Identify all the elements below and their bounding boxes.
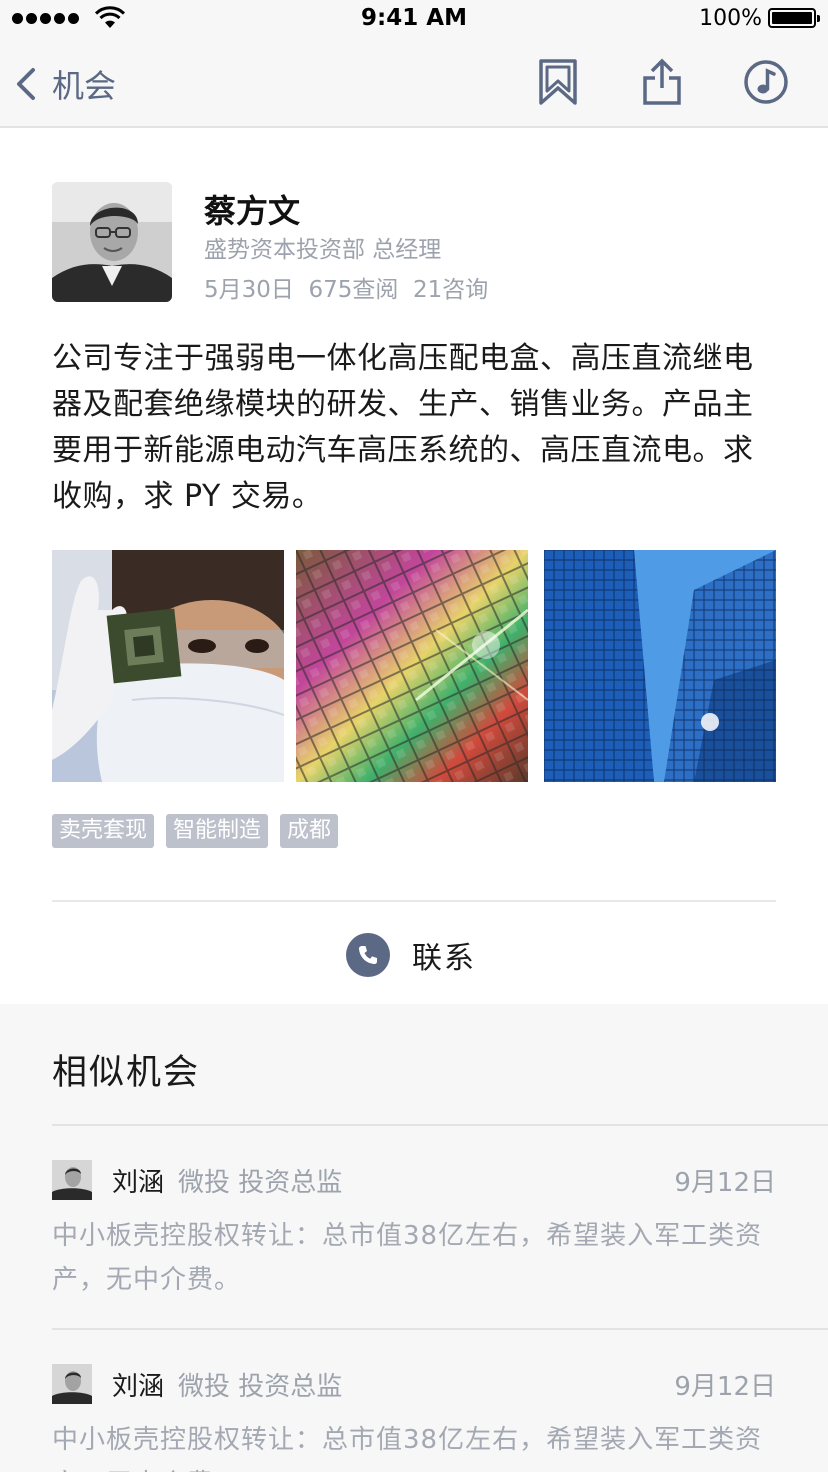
tag-list: 卖壳套现 智能制造 成都 xyxy=(52,814,339,848)
author-avatar[interactable] xyxy=(52,182,172,302)
post-description: 公司专注于强弱电一体化高压配电盒、高压直流继电器及配套绝缘模块的研发、生产、销售… xyxy=(52,341,754,514)
back-label: 机会 xyxy=(52,67,117,105)
share-button[interactable] xyxy=(638,58,686,106)
status-bar: 9:41 AM 100% xyxy=(0,0,828,40)
similar-text: 中小板壳控股权转让：总市值38亿左右，希望装入军工类资产，无中介费。 xyxy=(52,1221,763,1295)
photo-gallery xyxy=(52,550,776,782)
battery-percent: 100% xyxy=(699,6,762,31)
avatar xyxy=(52,1364,92,1404)
avatar xyxy=(52,1160,92,1200)
similar-title: 相似机会 xyxy=(52,1053,201,1093)
similar-author-role: 微投 投资总监 xyxy=(178,1372,343,1402)
tag-item[interactable]: 成都 xyxy=(280,814,339,848)
similar-author-role: 微投 投资总监 xyxy=(178,1168,343,1198)
phone-icon xyxy=(346,933,390,977)
photo-chip-scientist[interactable] xyxy=(52,550,284,782)
battery-icon xyxy=(768,8,820,28)
bookmark-button[interactable] xyxy=(534,58,582,106)
similar-author-name: 刘涵 xyxy=(112,1372,165,1402)
share-icon xyxy=(643,58,681,105)
navigation-bar: 机会 xyxy=(0,40,828,128)
divider xyxy=(52,1328,828,1330)
similar-date: 9月12日 xyxy=(674,1168,776,1198)
similar-text: 中小板壳控股权转让：总市值38亿左右，希望装入军工类资产，无中介费。 xyxy=(52,1425,763,1472)
photo-silicon-wafer[interactable] xyxy=(296,550,528,782)
similar-date: 9月12日 xyxy=(674,1372,776,1402)
bookmark-icon xyxy=(539,59,577,105)
post-meta: 5月30日 675查阅 21咨询 xyxy=(204,277,489,303)
divider xyxy=(52,1124,828,1126)
photo-skyscrapers[interactable] xyxy=(544,550,776,782)
author-name: 蔡方文 xyxy=(204,192,301,230)
similar-section: 相似机会 刘涵 微投 投资总监 9月12日 中小板壳控股权转让：总市值38亿左右… xyxy=(0,1004,828,1472)
music-note-icon xyxy=(744,60,788,104)
back-button[interactable]: 机会 xyxy=(14,62,116,106)
similar-item[interactable]: 刘涵 微投 投资总监 9月12日 中小板壳控股权转让：总市值38亿左右，希望装入… xyxy=(52,1364,776,1472)
author-company-title: 盛势资本投资部 总经理 xyxy=(204,237,442,263)
tag-item[interactable]: 卖壳套现 xyxy=(52,814,155,848)
audio-button[interactable] xyxy=(742,58,790,106)
similar-item[interactable]: 刘涵 微投 投资总监 9月12日 中小板壳控股权转让：总市值38亿左右，希望装入… xyxy=(52,1160,776,1295)
contact-button[interactable]: 联系 xyxy=(346,930,476,980)
chevron-left-icon xyxy=(17,68,35,100)
contact-label: 联系 xyxy=(412,941,476,976)
similar-author-name: 刘涵 xyxy=(112,1168,165,1198)
tag-item[interactable]: 智能制造 xyxy=(166,814,269,848)
divider xyxy=(52,900,776,902)
